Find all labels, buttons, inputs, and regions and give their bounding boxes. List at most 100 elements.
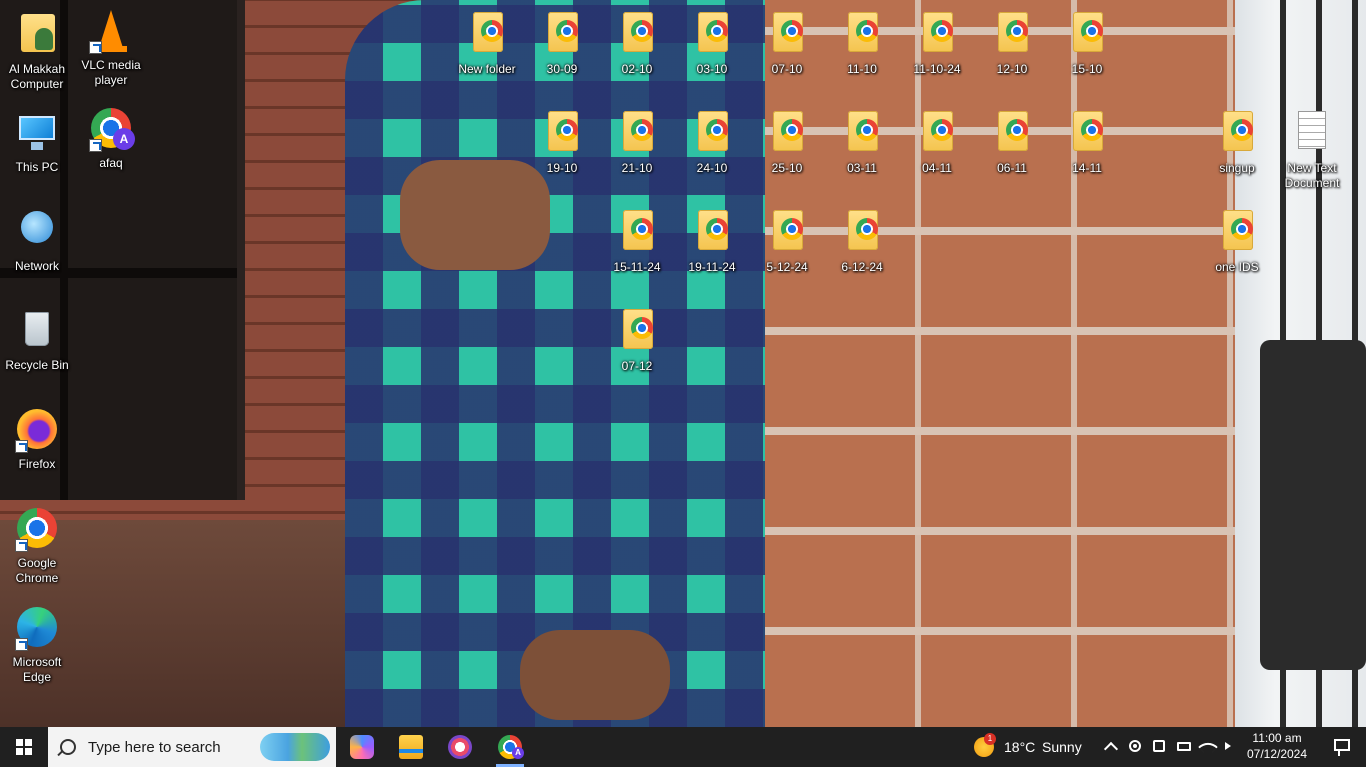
- desktop-folder[interactable]: 11-10-24: [900, 10, 974, 77]
- taskbar-app-copilot[interactable]: [338, 727, 386, 767]
- desktop-icon-afaq[interactable]: A afaq: [74, 104, 148, 171]
- desktop-icon-label: 03-11: [847, 161, 877, 175]
- desktop-folder[interactable]: 06-11: [975, 109, 1049, 176]
- chrome-folder-icon: [1063, 109, 1111, 157]
- chrome-folder-icon: [838, 208, 886, 256]
- desktop-folder[interactable]: 15-10: [1050, 10, 1124, 77]
- desktop-icon-label: 6-12-24: [841, 260, 883, 274]
- desktop-icon-label: one IDS: [1215, 260, 1259, 274]
- clock-time: 11:00 am: [1252, 731, 1302, 745]
- chrome-icon: [13, 504, 61, 552]
- desktop-icon-label: 24-10: [696, 161, 728, 175]
- tray-show-hidden[interactable]: [1098, 727, 1122, 767]
- taskbar-app-file-explorer[interactable]: [387, 727, 435, 767]
- taskbar-search-box[interactable]: Type here to search: [48, 727, 336, 767]
- chrome-folder-icon: [613, 208, 661, 256]
- desktop-icon-label: Firefox: [18, 457, 56, 471]
- notification-center-button[interactable]: [1318, 727, 1366, 767]
- desktop-folder[interactable]: 04-11: [900, 109, 974, 176]
- weather-temperature: 18°C: [1004, 739, 1036, 755]
- chrome-folder-icon: [1063, 10, 1111, 58]
- volume-icon: [1225, 742, 1231, 750]
- chrome-folder-icon: [463, 10, 511, 58]
- desktop-folder[interactable]: 11-10: [825, 10, 899, 77]
- desktop-folder[interactable]: 15-11-24: [600, 208, 674, 275]
- edge-icon: [13, 603, 61, 651]
- tray-battery[interactable]: [1171, 727, 1195, 767]
- desktop-icon-firefox[interactable]: Firefox: [0, 405, 74, 472]
- desktop-folder[interactable]: 07-10: [750, 10, 824, 77]
- desktop-icon-label: 12-10: [996, 62, 1028, 76]
- weather-badge: 1: [984, 733, 996, 745]
- desktop-icon-new-text-document[interactable]: New Text Document: [1275, 109, 1349, 191]
- camera-icon: [1153, 740, 1165, 752]
- firefox-icon: [13, 405, 61, 453]
- desktop-folder[interactable]: singup: [1200, 109, 1274, 176]
- desktop-icon-label: 15-11-24: [613, 260, 661, 274]
- desktop-folder[interactable]: 03-11: [825, 109, 899, 176]
- wallpaper-arm: [400, 160, 550, 270]
- taskbar-app-chrome[interactable]: A: [486, 727, 534, 767]
- recycle-bin-icon: [13, 306, 61, 354]
- chrome-folder-icon: [988, 109, 1036, 157]
- desktop-icon-label: This PC: [15, 160, 59, 174]
- chrome-folder-icon: [913, 109, 961, 157]
- start-button[interactable]: [0, 727, 48, 767]
- desktop-icon-label: 07-10: [771, 62, 803, 76]
- weather-widget[interactable]: 1 18°C Sunny: [970, 727, 1090, 767]
- notification-icon: [1334, 739, 1350, 756]
- desktop-icon-label: 11-10: [847, 62, 877, 76]
- desktop-icon-label: 14-11: [1072, 161, 1102, 175]
- desktop-icon-vlc[interactable]: VLC media player: [74, 6, 148, 88]
- desktop-icon-al-makkah-computer[interactable]: Al Makkah Computer: [0, 10, 74, 92]
- desktop-folder[interactable]: 14-11: [1050, 109, 1124, 176]
- tray-recording[interactable]: [1123, 727, 1147, 767]
- desktop-folder[interactable]: 24-10: [675, 109, 749, 176]
- chrome-folder-icon: [688, 208, 736, 256]
- desktop-folder[interactable]: 21-10: [600, 109, 674, 176]
- desktop-icon-label: 06-11: [997, 161, 1027, 175]
- desktop-folder[interactable]: 02-10: [600, 10, 674, 77]
- desktop-icon-recycle-bin[interactable]: Recycle Bin: [0, 306, 74, 373]
- profile-badge: A: [113, 128, 135, 150]
- desktop-folder[interactable]: 19-11-24: [675, 208, 749, 275]
- desktop-folder[interactable]: New folder: [450, 10, 524, 77]
- file-explorer-icon: [399, 735, 423, 759]
- user-folder-icon: [13, 10, 61, 58]
- taskbar-app-snipping-tool[interactable]: [436, 727, 484, 767]
- desktop-folder[interactable]: 03-10: [675, 10, 749, 77]
- desktop-folder[interactable]: 5-12-24: [750, 208, 824, 275]
- tray-network[interactable]: [1195, 727, 1219, 767]
- desktop-folder[interactable]: 6-12-24: [825, 208, 899, 275]
- chrome-folder-icon: [838, 10, 886, 58]
- desktop-folder[interactable]: 07-12: [600, 307, 674, 374]
- taskbar-clock[interactable]: 11:00 am 07/12/2024: [1240, 730, 1314, 762]
- desktop-icon-google-chrome[interactable]: Google Chrome: [0, 504, 74, 586]
- chevron-up-icon: [1103, 741, 1119, 757]
- desktop-icon-label: 30-09: [546, 62, 578, 76]
- desktop-icon-label: 11-10-24: [913, 62, 961, 76]
- desktop-icon-network[interactable]: Network: [0, 207, 74, 274]
- desktop-icon-this-pc[interactable]: This PC: [0, 108, 74, 175]
- network-icon: [13, 207, 61, 255]
- desktop-icon-microsoft-edge[interactable]: Microsoft Edge: [0, 603, 74, 685]
- chrome-folder-icon: [613, 307, 661, 355]
- desktop-folder[interactable]: 30-09: [525, 10, 599, 77]
- chrome-folder-icon: [988, 10, 1036, 58]
- search-icon: [60, 739, 76, 755]
- chrome-folder-icon: [688, 109, 736, 157]
- record-icon: [1129, 740, 1141, 752]
- desktop-folder[interactable]: 25-10: [750, 109, 824, 176]
- desktop-icon-label: 02-10: [621, 62, 653, 76]
- desktop-icon-label: Network: [14, 259, 59, 273]
- desktop-icon-label: 25-10: [771, 161, 803, 175]
- tray-camera[interactable]: [1147, 727, 1171, 767]
- desktop-icon-label: Google Chrome: [15, 556, 59, 585]
- desktop-icon-label: 19-10: [546, 161, 578, 175]
- desktop-folder[interactable]: 19-10: [525, 109, 599, 176]
- chrome-folder-icon: [838, 109, 886, 157]
- desktop-icon-label: 15-10: [1071, 62, 1103, 76]
- desktop-folder[interactable]: 12-10: [975, 10, 1049, 77]
- desktop-folder[interactable]: one IDS: [1200, 208, 1274, 275]
- shortcut-arrow-icon: [89, 41, 102, 54]
